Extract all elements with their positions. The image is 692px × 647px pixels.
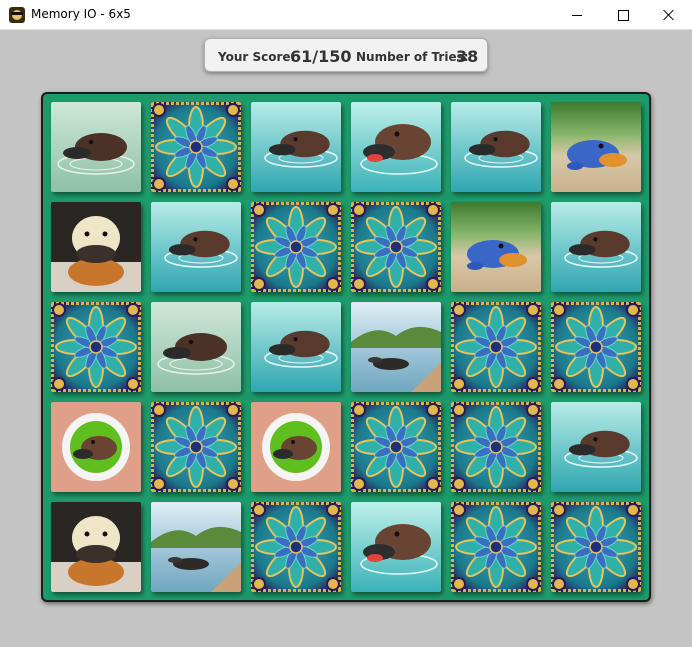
card-back-tile[interactable] xyxy=(351,202,441,292)
card-back-tile[interactable] xyxy=(551,302,641,392)
maximize-button[interactable] xyxy=(600,0,646,30)
card-platypus-water-close[interactable] xyxy=(551,202,641,292)
card-platypus-plate[interactable] xyxy=(251,402,341,492)
close-icon xyxy=(663,9,675,21)
score-label: Your Score: xyxy=(218,50,296,64)
card-platypus-water-close[interactable] xyxy=(251,302,341,392)
window-title: Memory IO - 6x5 xyxy=(31,7,131,21)
card-platypus-plate[interactable] xyxy=(51,402,141,492)
card-back-tile[interactable] xyxy=(251,202,341,292)
card-platypus-lake-landscape[interactable] xyxy=(151,502,241,592)
tries-label: Number of Tries: xyxy=(356,50,469,64)
title-bar: Memory IO - 6x5 xyxy=(0,0,692,30)
card-platypus-water-close[interactable] xyxy=(551,402,641,492)
close-button[interactable] xyxy=(646,0,692,30)
card-platypus-cream-toy[interactable] xyxy=(51,502,141,592)
card-back-tile[interactable] xyxy=(151,402,241,492)
card-platypus-water-open-mouth[interactable] xyxy=(351,102,441,192)
card-back-tile[interactable] xyxy=(251,502,341,592)
app-icon xyxy=(9,7,25,23)
card-platypus-water-close[interactable] xyxy=(451,102,541,192)
score-panel: Your Score: 61/150 Number of Tries: 38 xyxy=(204,38,488,72)
card-back-tile[interactable] xyxy=(351,402,441,492)
card-platypus-blue-toy[interactable] xyxy=(451,202,541,292)
card-platypus-water-close[interactable] xyxy=(151,202,241,292)
card-platypus-lake-landscape[interactable] xyxy=(351,302,441,392)
card-platypus-mud-swimming[interactable] xyxy=(151,302,241,392)
card-platypus-water-close[interactable] xyxy=(251,102,341,192)
card-platypus-mud-swimming[interactable] xyxy=(51,102,141,192)
score-value: 61/150 xyxy=(290,47,352,66)
minimize-icon xyxy=(572,14,582,16)
maximize-icon xyxy=(617,9,629,21)
card-platypus-water-open-mouth[interactable] xyxy=(351,502,441,592)
game-board xyxy=(41,92,651,602)
card-back-tile[interactable] xyxy=(151,102,241,192)
card-back-tile[interactable] xyxy=(51,302,141,392)
minimize-button[interactable] xyxy=(554,0,600,30)
card-back-tile[interactable] xyxy=(451,402,541,492)
card-back-tile[interactable] xyxy=(451,302,541,392)
card-back-tile[interactable] xyxy=(551,502,641,592)
card-platypus-cream-toy[interactable] xyxy=(51,202,141,292)
card-back-tile[interactable] xyxy=(451,502,541,592)
card-platypus-blue-toy[interactable] xyxy=(551,102,641,192)
tries-value: 38 xyxy=(456,47,479,66)
